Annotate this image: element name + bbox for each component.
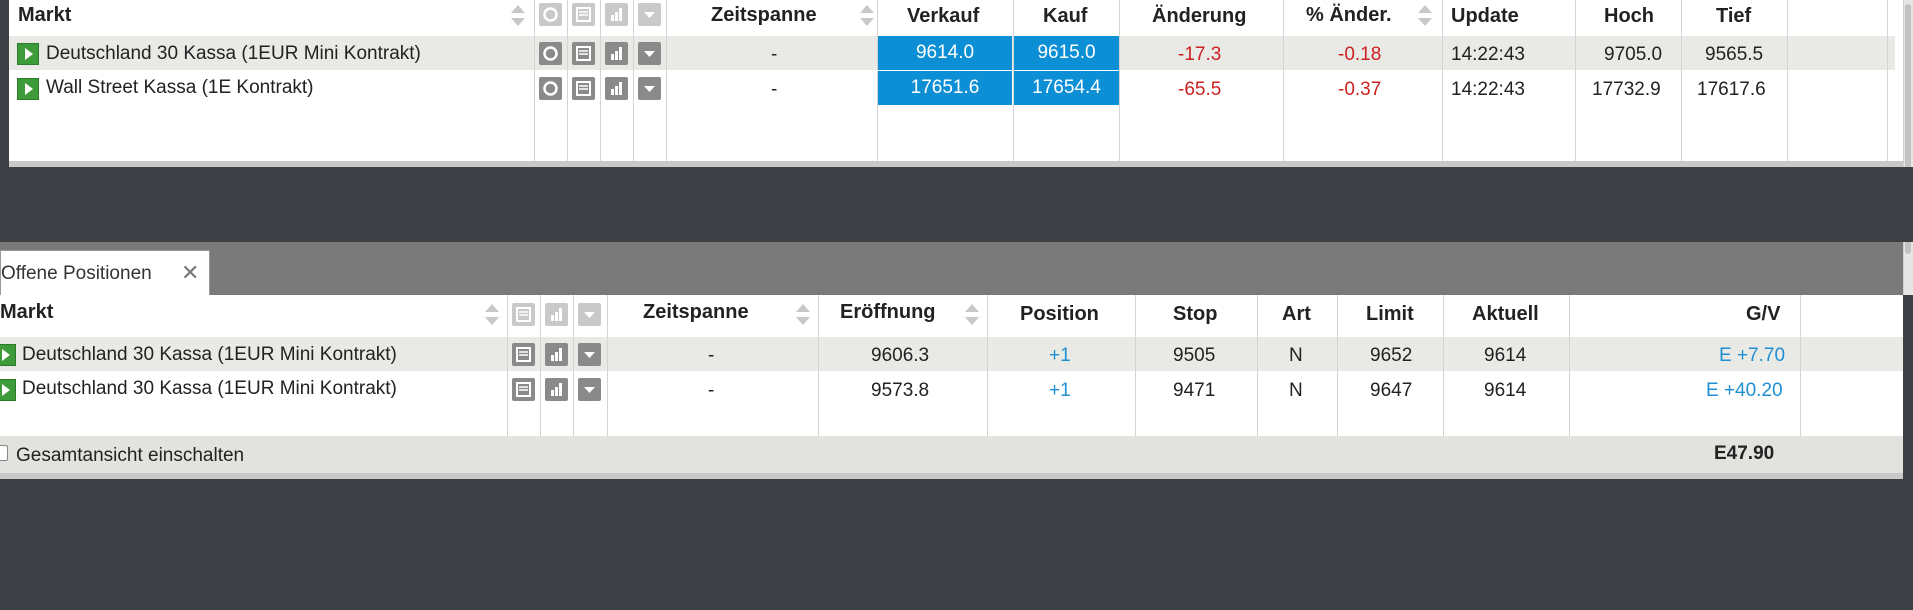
play-icon[interactable] (0, 344, 16, 366)
high-value: 17732.9 (1592, 79, 1661, 100)
header-kauf[interactable]: Kauf (1043, 5, 1087, 28)
sell-price-button[interactable]: 9614.0 (878, 36, 1012, 70)
buy-price-button[interactable]: 9615.0 (1014, 36, 1119, 70)
dropdown-icon[interactable] (638, 77, 661, 100)
position-market-name[interactable]: Deutschland 30 Kassa (1EUR Mini Kontrakt… (22, 344, 397, 366)
header-position[interactable]: Position (1020, 303, 1099, 326)
sort-icon[interactable] (860, 4, 874, 28)
current-value: 9614 (1484, 345, 1527, 366)
art-value: N (1289, 380, 1303, 401)
refresh-icon[interactable] (539, 77, 562, 100)
current-value: 9614 (1484, 380, 1527, 401)
document-icon (572, 3, 595, 26)
tab-label: Offene Positionen (1, 263, 152, 284)
stop-value[interactable]: 9505 (1173, 345, 1215, 367)
header-stop[interactable]: Stop (1173, 303, 1217, 326)
opening-value: 9606.3 (871, 345, 930, 366)
low-value: 17617.6 (1697, 79, 1766, 100)
play-icon[interactable] (17, 43, 39, 65)
update-time: 14:22:43 (1451, 44, 1525, 65)
chart-icon (545, 303, 568, 326)
chart-icon (605, 3, 628, 26)
header-update[interactable]: Update (1451, 5, 1519, 28)
position-size-link[interactable]: +1 (1049, 380, 1071, 402)
document-icon[interactable] (512, 343, 535, 366)
limit-value[interactable]: 9652 (1370, 345, 1412, 367)
document-icon[interactable] (572, 77, 595, 100)
change-value: -17.3 (1178, 44, 1222, 65)
header-hoch[interactable]: Hoch (1604, 5, 1654, 28)
positions-footer: Gesamtansicht einschalten E47.90 (0, 436, 1903, 473)
low-value: 9565.5 (1705, 44, 1764, 65)
workspace-gap (0, 167, 1913, 242)
high-value: 9705.0 (1604, 44, 1663, 65)
play-icon[interactable] (17, 78, 39, 100)
header-eroeffnung[interactable]: Eröffnung (840, 301, 936, 324)
change-value: -65.5 (1178, 79, 1222, 100)
refresh-icon (539, 3, 562, 26)
zeitspanne-value: - (708, 380, 715, 401)
dropdown-icon[interactable] (578, 303, 601, 326)
play-icon[interactable] (0, 379, 16, 401)
markets-panel: Markt Zeitspanne Verkauf Kauf Änderung %… (8, 0, 1903, 161)
header-gv[interactable]: G/V (1746, 303, 1780, 326)
chart-icon[interactable] (605, 77, 628, 100)
sort-icon[interactable] (965, 303, 979, 327)
chart-icon[interactable] (545, 343, 568, 366)
overview-toggle-label[interactable]: Gesamtansicht einschalten (16, 445, 244, 467)
sort-icon[interactable] (796, 303, 810, 327)
close-icon[interactable]: ✕ (181, 260, 199, 286)
header-tief[interactable]: Tief (1716, 5, 1751, 28)
header-aenderung[interactable]: Änderung (1152, 5, 1246, 28)
header-zeitspanne[interactable]: Zeitspanne (643, 301, 749, 324)
header-limit[interactable]: Limit (1366, 303, 1414, 326)
left-edge (0, 0, 9, 170)
pct-change-value: -0.37 (1338, 79, 1382, 100)
sort-icon[interactable] (485, 303, 499, 327)
header-markt[interactable]: Markt (0, 301, 53, 324)
header-zeitspanne[interactable]: Zeitspanne (711, 4, 817, 27)
document-icon[interactable] (512, 378, 535, 401)
chart-icon[interactable] (545, 378, 568, 401)
dropdown-icon[interactable] (638, 3, 661, 26)
overview-checkbox[interactable] (0, 445, 8, 461)
sort-icon[interactable] (511, 4, 525, 28)
panel-edge (0, 473, 1903, 479)
document-icon (512, 303, 535, 326)
chart-icon[interactable] (605, 42, 628, 65)
position-size-link[interactable]: +1 (1049, 345, 1071, 367)
pct-change-value: -0.18 (1338, 44, 1382, 65)
zeitspanne-value: - (771, 44, 778, 65)
zeitspanne-value: - (771, 79, 778, 100)
dropdown-icon[interactable] (578, 343, 601, 366)
header-markt[interactable]: Markt (18, 4, 71, 27)
total-profit-loss: E47.90 (1714, 443, 1775, 464)
stop-value[interactable]: 9471 (1173, 380, 1215, 402)
dropdown-icon[interactable] (638, 42, 661, 65)
market-name[interactable]: Wall Street Kassa (1E Kontrakt) (46, 77, 314, 99)
sort-icon[interactable] (1418, 4, 1432, 28)
tab-bar (0, 242, 1903, 295)
sell-price-button[interactable]: 17651.6 (878, 71, 1012, 105)
header-pct-aenderung[interactable]: % Änder. (1306, 4, 1392, 27)
refresh-icon[interactable] (539, 42, 562, 65)
document-icon[interactable] (572, 42, 595, 65)
tab-offene-positionen[interactable]: Offene Positionen ✕ (0, 250, 210, 295)
zeitspanne-value: - (708, 345, 715, 366)
update-time: 14:22:43 (1451, 79, 1525, 100)
header-aktuell[interactable]: Aktuell (1472, 303, 1539, 326)
position-market-name[interactable]: Deutschland 30 Kassa (1EUR Mini Kontrakt… (22, 378, 397, 400)
market-name[interactable]: Deutschland 30 Kassa (1EUR Mini Kontrakt… (46, 43, 421, 65)
limit-value[interactable]: 9647 (1370, 380, 1412, 402)
art-value: N (1289, 345, 1303, 366)
profit-loss-link[interactable]: E +7.70 (1719, 345, 1785, 367)
buy-price-button[interactable]: 17654.4 (1014, 71, 1119, 105)
header-art[interactable]: Art (1282, 303, 1311, 326)
profit-loss-link[interactable]: E +40.20 (1706, 380, 1783, 402)
header-verkauf[interactable]: Verkauf (907, 5, 979, 28)
dropdown-icon[interactable] (578, 378, 601, 401)
opening-value: 9573.8 (871, 380, 930, 401)
